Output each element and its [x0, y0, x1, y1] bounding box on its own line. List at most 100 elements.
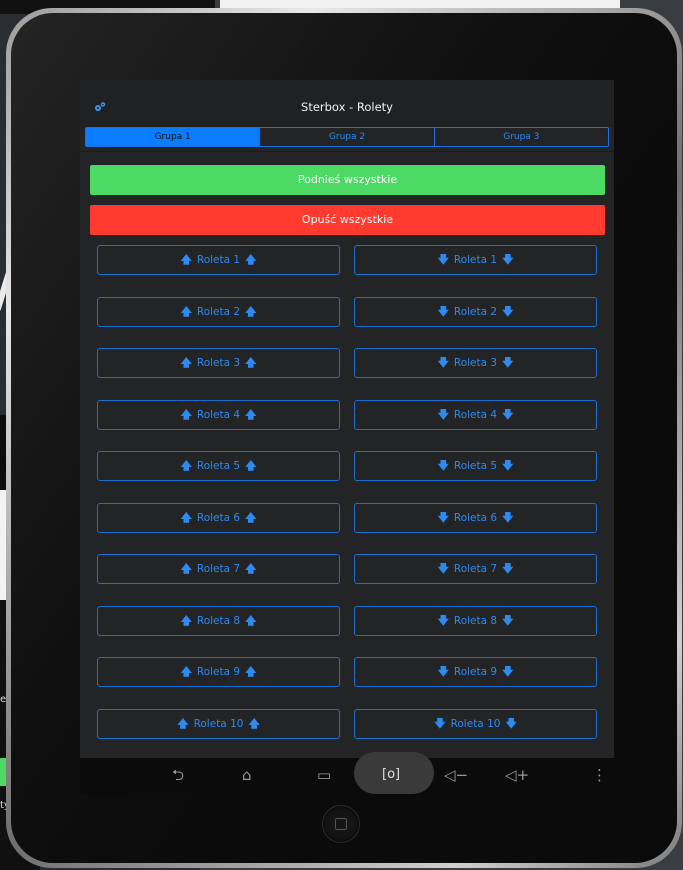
- arrow-up-icon: 🡅: [180, 407, 192, 421]
- arrow-down-icon: 🡇: [437, 356, 449, 369]
- android-nav-bar: ⮌ ⌂ ▭ [o] ◁− ◁+ ⋮: [80, 752, 614, 794]
- shutter-up-button[interactable]: 🡅 Roleta 4 🡅: [97, 399, 340, 430]
- shutter-up-button[interactable]: 🡅 Roleta 1 🡅: [97, 245, 340, 275]
- shutter-down-button[interactable]: 🡇 Roleta 5 🡇: [354, 451, 597, 481]
- arrow-up-icon: 🡅: [180, 510, 192, 524]
- back-icon[interactable]: ⮌: [172, 766, 184, 784]
- shutter-label: Roleta 4: [196, 408, 241, 421]
- tablet-home-button[interactable]: [322, 805, 360, 843]
- shutter-row: 🡅 Roleta 3 🡅 🡇 Roleta 3 🡇: [80, 348, 614, 380]
- arrow-down-icon: 🡇: [502, 253, 514, 266]
- volume-up-icon[interactable]: ◁+: [505, 766, 529, 784]
- arrow-up-icon: 🡅: [248, 716, 260, 730]
- shutter-label: Roleta 9: [196, 666, 241, 678]
- arrow-down-icon: 🡇: [502, 304, 514, 318]
- arrow-down-icon: 🡇: [502, 356, 514, 369]
- shutter-up-button[interactable]: 🡅 Roleta 7 🡅: [97, 554, 340, 584]
- shutter-row: 🡅 Roleta 9 🡅 🡇 Roleta 9 🡇: [80, 657, 614, 689]
- shutter-label: Roleta 1: [453, 254, 498, 266]
- shutter-row: 🡅 Roleta 7 🡅 🡇 Roleta 7 🡇: [80, 554, 614, 586]
- shutter-label: Roleta 8: [453, 614, 498, 627]
- shutter-label: Roleta 5: [196, 460, 241, 472]
- screenshot-icon[interactable]: [o]: [382, 766, 400, 784]
- shutter-label: Roleta 4: [453, 408, 498, 421]
- shutter-label: Roleta 7: [196, 563, 241, 575]
- shutter-label: Roleta 1: [196, 254, 241, 266]
- arrow-up-icon: 🡅: [180, 665, 192, 678]
- shutter-row: 🡅 Roleta 10 🡅 🡇 Roleta 10 🡇: [80, 708, 614, 741]
- page-title: Sterbox - Rolety: [301, 100, 393, 114]
- shutter-row: 🡅 Roleta 1 🡅 🡇 Roleta 1 🡇: [80, 245, 614, 277]
- shutter-label: Roleta 2: [453, 305, 498, 318]
- shutter-label: Roleta 2: [196, 305, 241, 318]
- arrow-up-icon: 🡅: [180, 356, 192, 369]
- shutter-down-button[interactable]: 🡇 Roleta 9 🡇: [354, 657, 597, 687]
- shutter-down-button[interactable]: 🡇 Roleta 4 🡇: [354, 399, 597, 430]
- shutter-down-button[interactable]: 🡇 Roleta 3 🡇: [354, 348, 597, 378]
- arrow-up-icon: 🡅: [245, 253, 257, 266]
- app-header: Sterbox - Rolety: [80, 80, 614, 127]
- shutter-row: 🡅 Roleta 2 🡅 🡇 Roleta 2 🡇: [80, 296, 614, 329]
- shutter-up-button[interactable]: 🡅 Roleta 5 🡅: [97, 451, 340, 481]
- raise-all-button[interactable]: Podnieś wszystkie: [90, 165, 605, 195]
- shutter-label: Roleta 10: [193, 717, 244, 730]
- shutter-label: Roleta 6: [453, 511, 498, 524]
- home-icon[interactable]: ⌂: [242, 766, 252, 784]
- arrow-down-icon: 🡇: [437, 665, 449, 678]
- arrow-up-icon: 🡅: [245, 407, 257, 421]
- arrow-down-icon: 🡇: [437, 304, 449, 318]
- shutter-label: Roleta 5: [453, 460, 498, 472]
- shutter-up-button[interactable]: 🡅 Roleta 9 🡅: [97, 657, 340, 687]
- shutter-down-button[interactable]: 🡇 Roleta 1 🡇: [354, 245, 597, 275]
- arrow-down-icon: 🡇: [437, 253, 449, 266]
- shutter-label: Roleta 7: [453, 563, 498, 575]
- arrow-down-icon: 🡇: [502, 665, 514, 678]
- arrow-up-icon: 🡅: [245, 304, 257, 318]
- shutter-down-button[interactable]: 🡇 Roleta 8 🡇: [354, 605, 597, 636]
- tab-grupa-1[interactable]: Grupa 1: [86, 128, 261, 146]
- divider: [80, 151, 614, 152]
- group-tabs: Grupa 1 Grupa 2 Grupa 3: [85, 127, 609, 147]
- arrow-down-icon: 🡇: [437, 613, 449, 627]
- arrow-down-icon: 🡇: [437, 562, 449, 575]
- shutter-label: Roleta 3: [453, 357, 498, 369]
- arrow-up-icon: 🡅: [180, 613, 192, 627]
- arrow-down-icon: 🡇: [437, 459, 449, 472]
- shutter-up-button[interactable]: 🡅 Roleta 8 🡅: [97, 605, 340, 636]
- recent-apps-icon[interactable]: ▭: [317, 766, 331, 784]
- arrow-up-icon: 🡅: [245, 665, 257, 678]
- arrow-down-icon: 🡇: [437, 407, 449, 421]
- arrow-up-icon: 🡅: [245, 510, 257, 524]
- arrow-up-icon: 🡅: [245, 356, 257, 369]
- tab-grupa-3[interactable]: Grupa 3: [435, 128, 608, 146]
- shutter-down-button[interactable]: 🡇 Roleta 2 🡇: [354, 296, 597, 327]
- shutter-down-button[interactable]: 🡇 Roleta 7 🡇: [354, 554, 597, 584]
- arrow-down-icon: 🡇: [502, 407, 514, 421]
- arrow-up-icon: 🡅: [180, 562, 192, 575]
- shutter-up-button[interactable]: 🡅 Roleta 10 🡅: [97, 708, 340, 739]
- shutter-up-button[interactable]: 🡅 Roleta 2 🡅: [97, 296, 340, 327]
- shutter-row: 🡅 Roleta 5 🡅 🡇 Roleta 5 🡇: [80, 451, 614, 483]
- overflow-menu-icon[interactable]: ⋮: [592, 766, 607, 784]
- arrow-down-icon: 🡇: [502, 562, 514, 575]
- shutter-down-button[interactable]: 🡇 Roleta 6 🡇: [354, 502, 597, 533]
- arrow-down-icon: 🡇: [502, 510, 514, 524]
- shutter-label: Roleta 10: [450, 717, 501, 730]
- volume-down-icon[interactable]: ◁−: [444, 766, 468, 784]
- arrow-up-icon: 🡅: [180, 459, 192, 472]
- shutter-row: 🡅 Roleta 6 🡅 🡇 Roleta 6 🡇: [80, 502, 614, 535]
- shutter-up-button[interactable]: 🡅 Roleta 6 🡅: [97, 502, 340, 533]
- shutter-label: Roleta 3: [196, 357, 241, 369]
- app-screen: Sterbox - Rolety Grupa 1 Grupa 2 Grupa 3…: [80, 80, 614, 758]
- shutter-down-button[interactable]: 🡇 Roleta 10 🡇: [354, 708, 597, 739]
- shutter-up-button[interactable]: 🡅 Roleta 3 🡅: [97, 348, 340, 378]
- arrow-up-icon: 🡅: [180, 304, 192, 318]
- arrow-up-icon: 🡅: [177, 716, 189, 730]
- arrow-down-icon: 🡇: [505, 716, 517, 730]
- shutter-label: Roleta 8: [196, 614, 241, 627]
- lower-all-button[interactable]: Opuść wszystkie: [90, 205, 605, 235]
- shutter-label: Roleta 6: [196, 511, 241, 524]
- tab-grupa-2[interactable]: Grupa 2: [260, 128, 435, 146]
- arrow-down-icon: 🡇: [502, 459, 514, 472]
- shutter-row: 🡅 Roleta 4 🡅 🡇 Roleta 4 🡇: [80, 399, 614, 432]
